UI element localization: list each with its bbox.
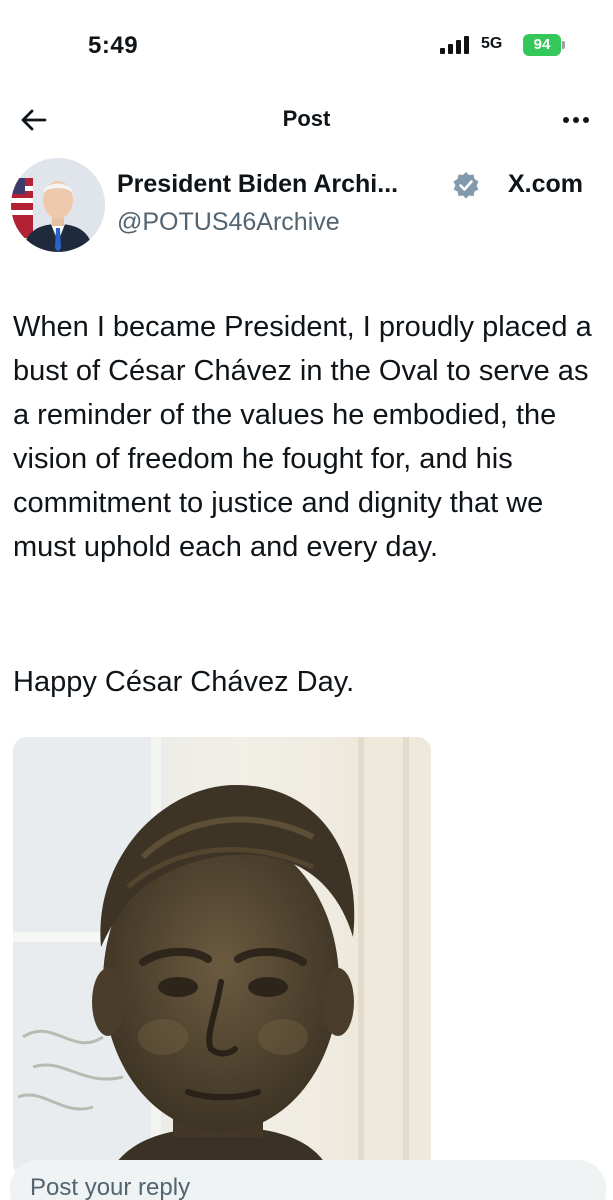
verified-badge-icon	[453, 172, 479, 199]
avatar-portrait-icon	[11, 158, 105, 252]
avatar[interactable]	[11, 158, 105, 252]
post-detail-screen: 5:49 5G 94 Post President Biden Archi...…	[0, 0, 613, 1200]
top-nav: Post	[0, 90, 613, 150]
post-closing-text: Happy César Chávez Day.	[13, 666, 355, 698]
network-type: 5G	[481, 35, 503, 52]
reply-bar[interactable]: Post your reply	[10, 1160, 606, 1200]
author-handle[interactable]: @POTUS46Archive	[117, 208, 340, 237]
post-text: When I became President, I proudly place…	[13, 305, 603, 569]
status-time: 5:49	[88, 32, 139, 59]
source-label: X.com	[508, 170, 584, 198]
status-bar: 5:49 5G 94	[0, 0, 613, 90]
page-title: Post	[282, 106, 331, 131]
reply-input[interactable]: Post your reply	[30, 1174, 190, 1200]
post-media-image[interactable]	[13, 737, 431, 1177]
author-name[interactable]: President Biden Archi...	[117, 170, 398, 199]
bronze-bust-photo-icon	[13, 737, 431, 1177]
post-body-text: When I became President, I proudly place…	[13, 311, 592, 563]
battery-icon: 94	[523, 34, 565, 56]
cellular-signal-icon	[440, 36, 472, 54]
battery-level: 94	[523, 34, 561, 56]
more-options-icon[interactable]	[560, 106, 592, 134]
